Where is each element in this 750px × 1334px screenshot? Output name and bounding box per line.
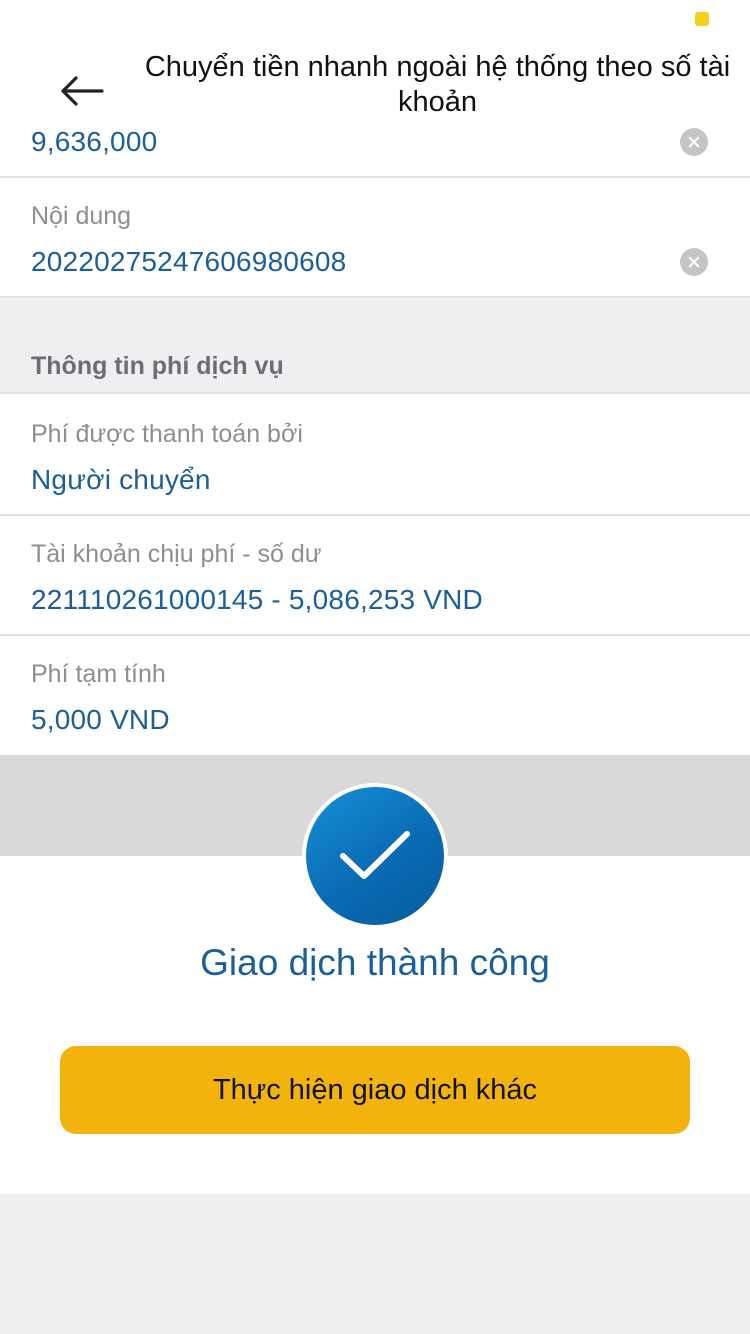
estimated-fee-value: 5,000 VND: [31, 704, 170, 735]
success-badge: [302, 783, 448, 929]
fee-paid-by-row[interactable]: Phí được thanh toán bởi Người chuyển: [0, 396, 750, 516]
success-badge-inner: [306, 787, 444, 925]
transfer-screen: Chuyển tiền nhanh ngoài hệ thống theo số…: [0, 0, 750, 1334]
fee-account-label: Tài khoản chịu phí - số dư: [31, 540, 322, 568]
estimated-fee-row: Phí tạm tính 5,000 VND: [0, 636, 750, 755]
fee-account-row[interactable]: Tài khoản chịu phí - số dư 2211102610001…: [0, 516, 750, 636]
clear-amount-icon[interactable]: [680, 128, 708, 156]
status-indicator: [695, 12, 709, 26]
checkmark-icon: [340, 831, 410, 879]
content-row[interactable]: Nội dung 20220275247606980608: [0, 178, 750, 298]
content-label: Nội dung: [31, 202, 132, 230]
bottom-area: [0, 1194, 750, 1334]
back-button[interactable]: [56, 70, 108, 112]
amount-value[interactable]: 9,636,000: [31, 126, 157, 158]
fee-paid-by-label: Phí được thanh toán bởi: [31, 420, 303, 448]
success-message: Giao dịch thành công: [200, 942, 550, 983]
content-value[interactable]: 20220275247606980608: [31, 246, 346, 278]
estimated-fee-label: Phí tạm tính: [31, 660, 166, 688]
fee-section-title: Thông tin phí dịch vụ: [31, 352, 284, 380]
page-title: Chuyển tiền nhanh ngoài hệ thống theo số…: [144, 51, 731, 118]
arrow-left-icon: [61, 76, 104, 106]
fee-account-value[interactable]: 221110261000145 - 5,086,253 VND: [31, 584, 483, 616]
new-transaction-button[interactable]: Thực hiện giao dịch khác: [60, 1046, 690, 1134]
fee-section-header: Thông tin phí dịch vụ: [0, 298, 750, 394]
fee-paid-by-value[interactable]: Người chuyển: [31, 464, 211, 496]
clear-content-icon[interactable]: [680, 248, 708, 276]
amount-row[interactable]: 9,636,000: [0, 116, 750, 178]
